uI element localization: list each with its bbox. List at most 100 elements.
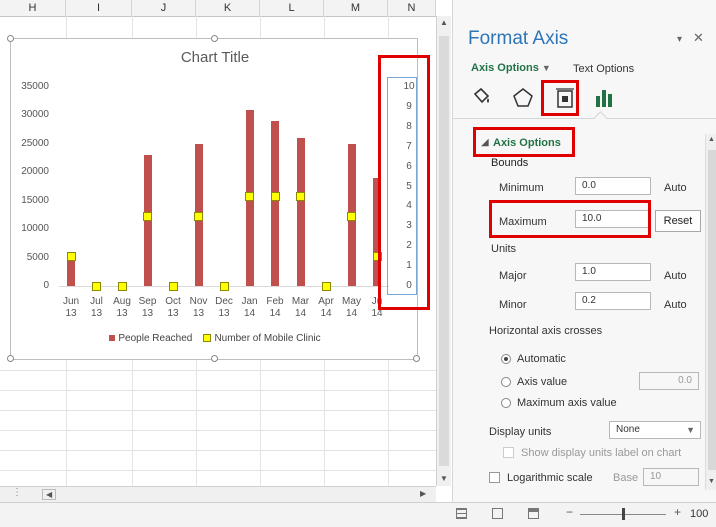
y-tick-label: 10000	[21, 223, 49, 235]
marker-mobile-clinic[interactable]	[117, 281, 127, 291]
bar-people-reached[interactable]	[67, 257, 75, 286]
marker-mobile-clinic[interactable]	[168, 281, 178, 291]
radio-maximum-axis-value[interactable]	[501, 398, 511, 408]
scrollbar-thumb[interactable]	[708, 150, 716, 470]
column-header[interactable]: H	[0, 0, 66, 16]
grid-line	[0, 370, 436, 371]
minimum-auto[interactable]: Auto	[664, 182, 687, 194]
legend-people-reached: People Reached	[118, 333, 193, 344]
x-tick-label: Mar 14	[291, 296, 310, 319]
column-header[interactable]: L	[260, 0, 324, 16]
x-tick-label: Nov 13	[189, 296, 208, 319]
scrollbar-thumb[interactable]	[439, 36, 449, 466]
column-header[interactable]: N	[388, 0, 436, 16]
show-units-checkbox[interactable]	[503, 447, 514, 458]
tab-text-options[interactable]: Text Options	[573, 63, 634, 75]
units-label: Units	[491, 243, 517, 255]
scroll-up-icon[interactable]: ▲	[440, 18, 448, 27]
chart-legend[interactable]: People Reached Number of Mobile Clinic	[11, 333, 419, 344]
plot-area[interactable]: 35000 30000 25000 20000 15000 10000 5000 0 10 9 8 7…	[11, 39, 419, 361]
scroll-down-icon[interactable]: ▼	[440, 474, 448, 483]
marker-mobile-clinic[interactable]	[321, 281, 331, 291]
display-units-label: Display units	[489, 426, 552, 438]
scroll-right-icon[interactable]: ▶	[420, 489, 426, 498]
scroll-up-icon[interactable]: ▲	[708, 136, 715, 143]
y-tick-label: 25000	[21, 137, 49, 149]
minor-auto[interactable]: Auto	[664, 299, 687, 311]
tab-axis-options-label: Axis Options	[471, 62, 539, 74]
zoom-level[interactable]: 100	[690, 508, 708, 520]
chevron-down-icon: ▼	[686, 425, 695, 435]
radio-axis-value-label[interactable]: Axis value	[517, 376, 567, 388]
display-units-select[interactable]: None ▼	[609, 421, 701, 439]
marker-mobile-clinic[interactable]	[245, 191, 254, 201]
close-icon[interactable]: ✕	[693, 30, 704, 46]
marker-mobile-clinic[interactable]	[66, 251, 76, 261]
marker-mobile-clinic[interactable]	[92, 281, 101, 291]
bounds-label: Bounds	[491, 157, 529, 169]
zoom-slider-thumb[interactable]	[622, 508, 625, 520]
marker-mobile-clinic[interactable]	[194, 211, 203, 221]
resize-handle[interactable]	[413, 355, 420, 362]
fill-line-icon[interactable]	[469, 86, 493, 110]
base-input[interactable]: 10	[643, 468, 699, 486]
scroll-down-icon[interactable]: ▼	[708, 478, 715, 485]
marker-mobile-clinic[interactable]	[296, 191, 305, 201]
axis-options-icon[interactable]	[593, 86, 617, 110]
reset-button[interactable]: Reset	[655, 210, 701, 232]
horizontal-scrollbar[interactable]: ⋮ ◀ ▶	[0, 486, 436, 503]
chart-area[interactable]: Chart Title 35000 30000 25000 20000 15000 100…	[7, 35, 420, 362]
major-input[interactable]: 1.0	[575, 263, 651, 281]
grid-line	[0, 470, 436, 471]
major-auto[interactable]: Auto	[664, 270, 687, 282]
x-tick-label: Feb 14	[266, 296, 284, 319]
normal-view-icon[interactable]	[456, 508, 467, 519]
pane-options-dropdown-icon[interactable]: ▾	[677, 34, 682, 45]
tab-axis-options[interactable]: Axis Options ▼	[471, 62, 551, 74]
marker-mobile-clinic[interactable]	[270, 191, 280, 201]
page-break-icon[interactable]	[528, 508, 539, 519]
vertical-scrollbar[interactable]: ▲ ▼	[436, 16, 451, 486]
bar-people-reached[interactable]	[271, 121, 279, 286]
show-units-label[interactable]: Show display units label on chart	[521, 447, 681, 459]
column-header[interactable]: K	[196, 0, 260, 16]
x-tick-label: Oct 13	[165, 296, 181, 319]
divider	[453, 118, 716, 119]
column-header[interactable]: J	[132, 0, 196, 16]
y-tick-label: 30000	[21, 109, 49, 121]
sheet-tab-menu-icon[interactable]: ⋮	[12, 487, 22, 498]
minor-input[interactable]: 0.2	[575, 292, 651, 310]
resize-handle[interactable]	[7, 355, 14, 362]
display-units-value: None	[616, 424, 640, 435]
y-tick-label: 20000	[21, 166, 49, 178]
grid-line	[0, 450, 436, 451]
minimum-input[interactable]: 0.0	[575, 177, 651, 195]
radio-automatic-label[interactable]: Automatic	[517, 353, 566, 365]
column-header[interactable]: I	[66, 0, 132, 16]
effects-icon[interactable]	[511, 86, 535, 110]
axis-value-input[interactable]: 0.0	[639, 372, 699, 390]
column-header-row: H I J K L M N	[0, 0, 436, 17]
highlight-axis-icon	[541, 80, 579, 116]
marker-mobile-clinic[interactable]	[219, 281, 229, 291]
bar-people-reached[interactable]	[296, 138, 305, 286]
resize-handle[interactable]	[7, 35, 14, 42]
y-tick-label: 5000	[26, 251, 49, 263]
resize-handle[interactable]	[211, 355, 218, 362]
marker-mobile-clinic[interactable]	[347, 211, 356, 221]
minor-label: Minor	[499, 299, 527, 311]
resize-handle[interactable]	[211, 35, 218, 42]
radio-axis-value[interactable]	[501, 377, 511, 387]
zoom-out-icon[interactable]: −	[566, 505, 573, 519]
pane-scrollbar[interactable]: ▲ ▼	[705, 134, 716, 490]
radio-maximum-axis-value-label[interactable]: Maximum axis value	[517, 397, 617, 409]
marker-mobile-clinic[interactable]	[143, 211, 152, 221]
radio-automatic[interactable]	[501, 354, 511, 364]
legend-swatch-clinic	[203, 334, 212, 343]
zoom-in-icon[interactable]: +	[674, 505, 681, 519]
log-scale-checkbox[interactable]	[489, 472, 500, 483]
log-scale-label[interactable]: Logarithmic scale	[507, 472, 593, 484]
page-layout-icon[interactable]	[492, 508, 503, 519]
scroll-left-icon[interactable]: ◀	[42, 489, 57, 500]
column-header[interactable]: M	[324, 0, 388, 16]
